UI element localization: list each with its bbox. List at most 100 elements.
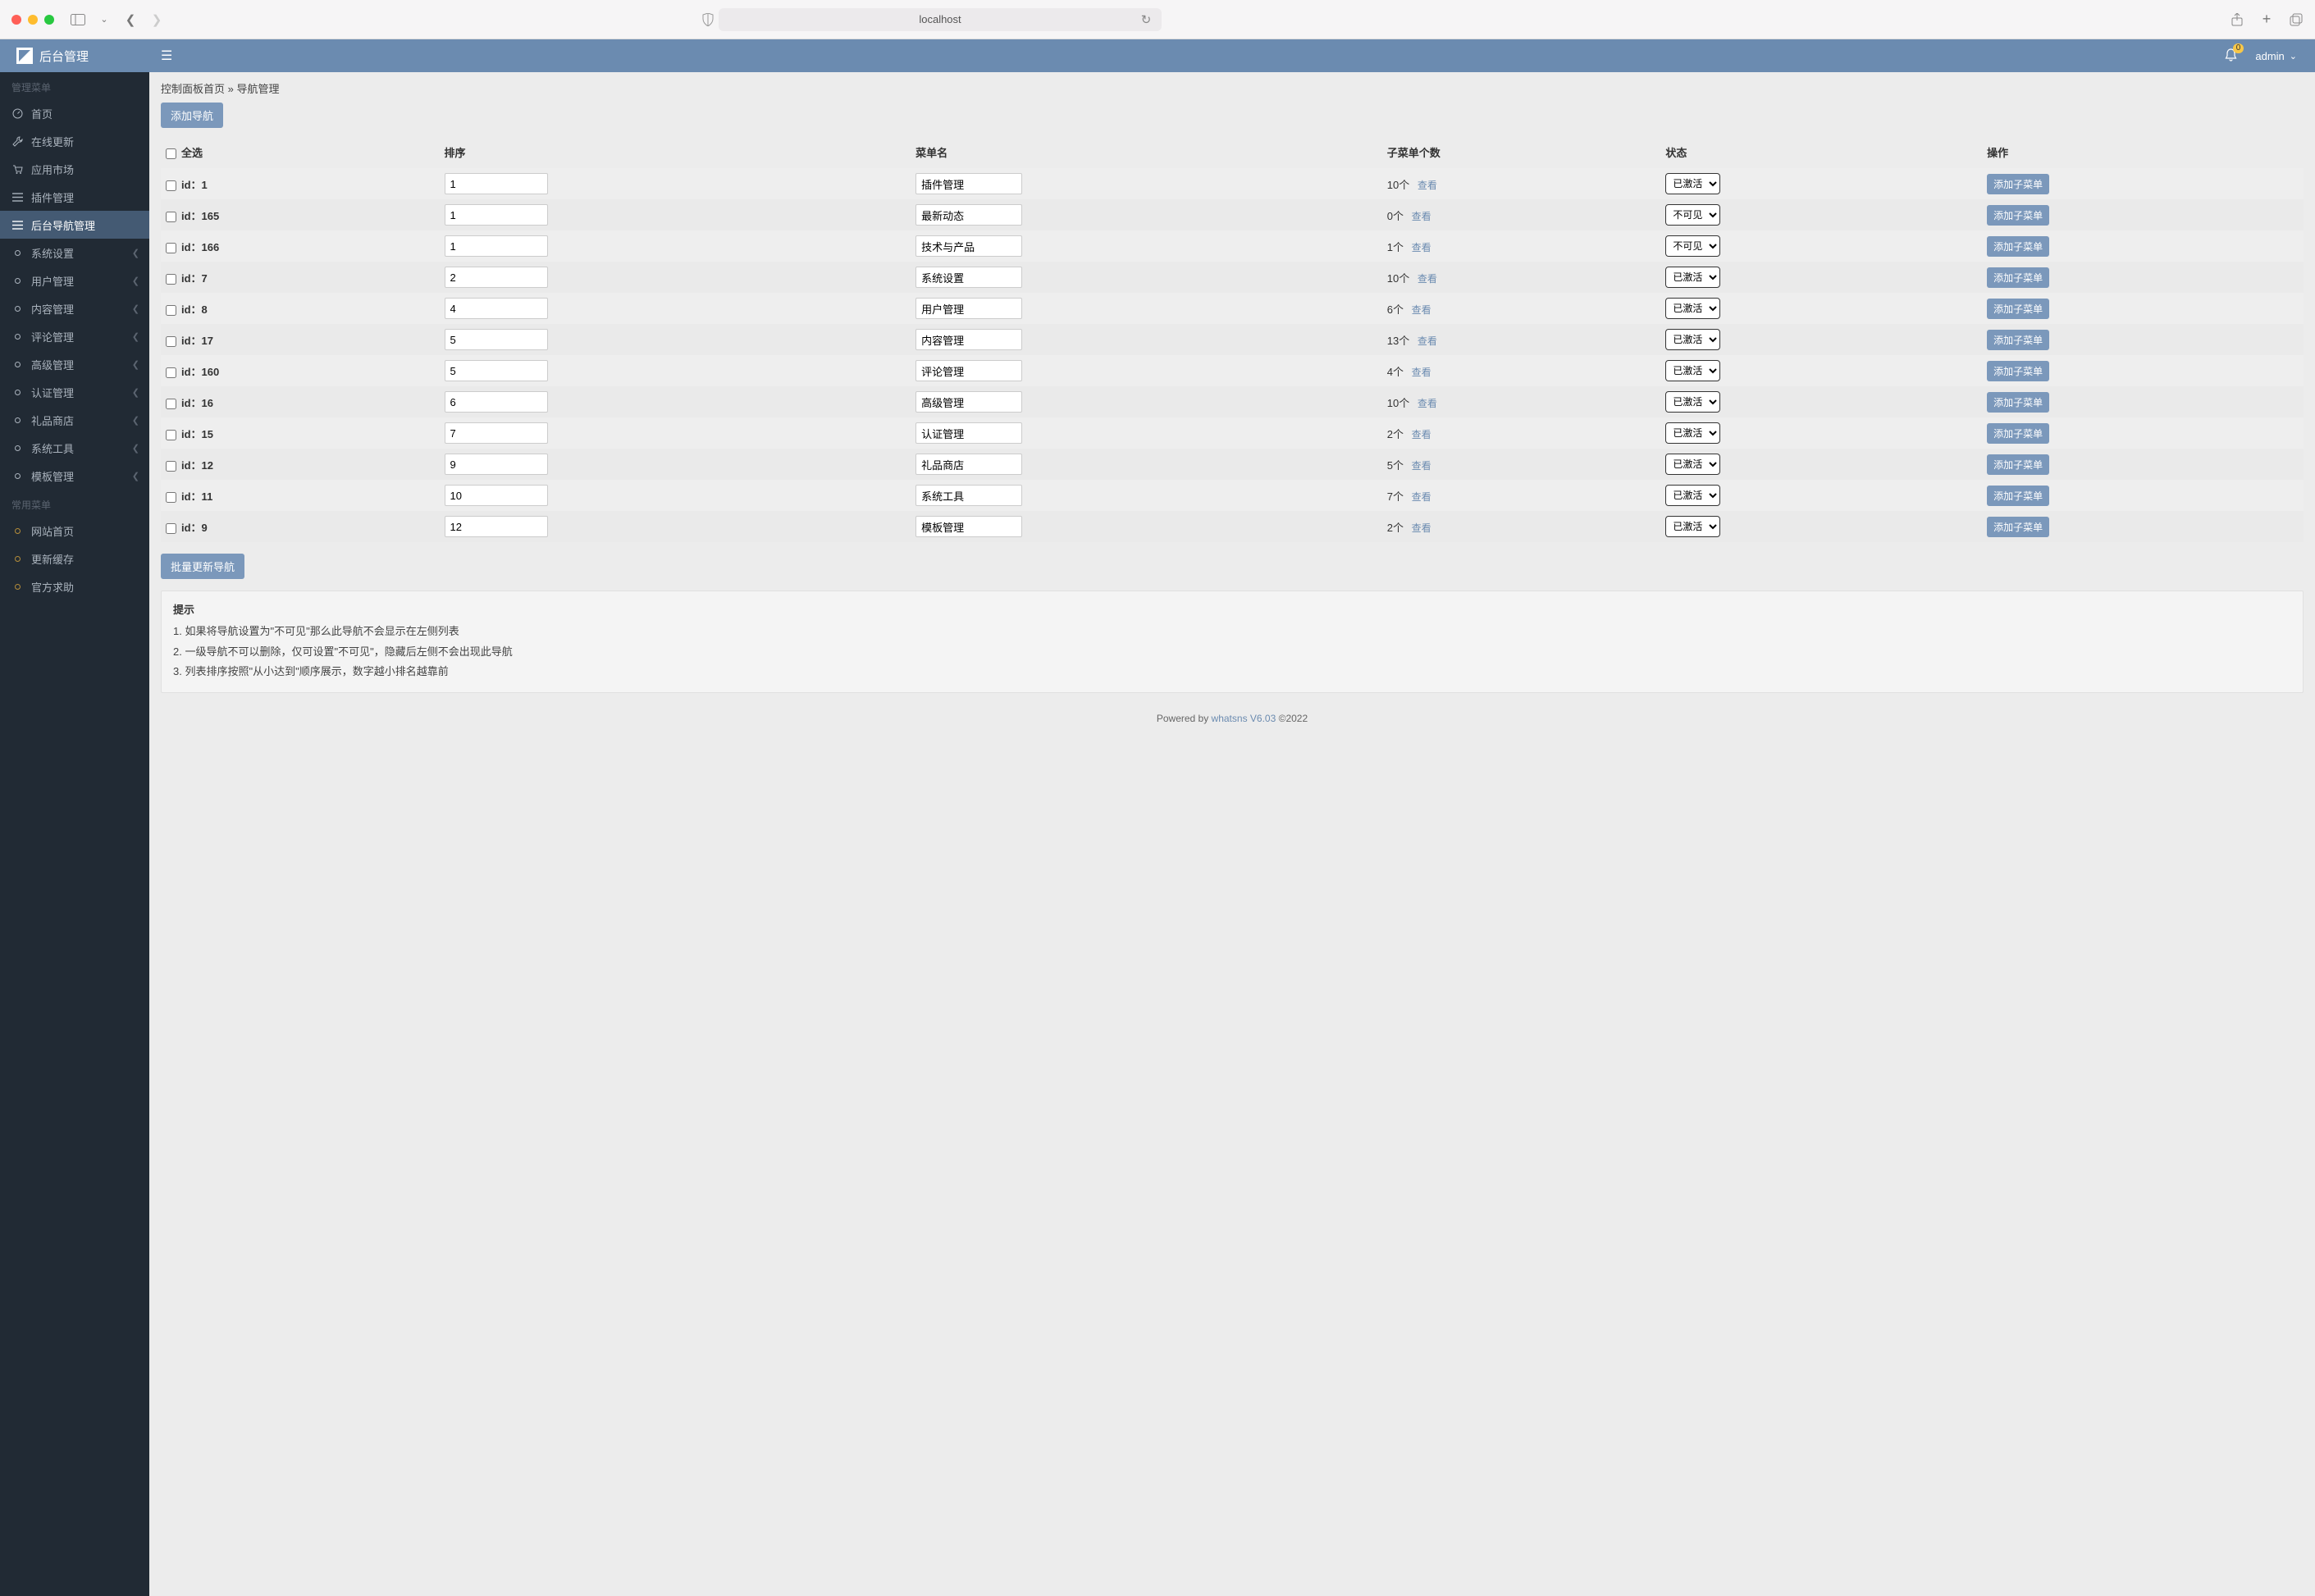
sort-input[interactable] [445, 235, 548, 257]
share-icon[interactable] [2230, 12, 2244, 27]
name-input[interactable] [915, 235, 1022, 257]
status-select[interactable]: 已激活 不可见 [1665, 391, 1720, 413]
add-sub-button[interactable]: 添加子菜单 [1987, 361, 2049, 381]
status-select[interactable]: 已激活 不可见 [1665, 173, 1720, 194]
add-sub-button[interactable]: 添加子菜单 [1987, 392, 2049, 413]
name-input[interactable] [915, 391, 1022, 413]
sort-input[interactable] [445, 267, 548, 288]
close-icon[interactable] [11, 15, 21, 25]
sidebar-item[interactable]: 网站首页 [0, 517, 149, 545]
url-bar[interactable]: localhost ↻ [719, 8, 1162, 31]
view-link[interactable]: 查看 [1418, 180, 1437, 191]
add-sub-button[interactable]: 添加子菜单 [1987, 330, 2049, 350]
back-icon[interactable]: ❮ [123, 12, 138, 27]
row-checkbox[interactable] [166, 274, 176, 285]
add-sub-button[interactable]: 添加子菜单 [1987, 236, 2049, 257]
view-link[interactable]: 查看 [1412, 367, 1431, 378]
sort-input[interactable] [445, 360, 548, 381]
sidebar-item[interactable]: 后台导航管理 [0, 211, 149, 239]
status-select[interactable]: 已激活 不可见 [1665, 267, 1720, 288]
name-input[interactable] [915, 516, 1022, 537]
name-input[interactable] [915, 204, 1022, 226]
add-sub-button[interactable]: 添加子菜单 [1987, 205, 2049, 226]
sidebar-item[interactable]: 首页 [0, 99, 149, 127]
sidebar-item[interactable]: 应用市场 [0, 155, 149, 183]
row-checkbox[interactable] [166, 367, 176, 378]
sort-input[interactable] [445, 485, 548, 506]
name-input[interactable] [915, 173, 1022, 194]
name-input[interactable] [915, 267, 1022, 288]
sort-input[interactable] [445, 329, 548, 350]
sidebar-item[interactable]: 插件管理 [0, 183, 149, 211]
sort-input[interactable] [445, 454, 548, 475]
view-link[interactable]: 查看 [1412, 460, 1431, 472]
status-select[interactable]: 已激活 不可见 [1665, 485, 1720, 506]
new-tab-icon[interactable]: + [2259, 12, 2274, 27]
footer-product-link[interactable]: whatsns V6.03 [1212, 713, 1276, 724]
sort-input[interactable] [445, 391, 548, 413]
row-checkbox[interactable] [166, 243, 176, 253]
row-checkbox[interactable] [166, 212, 176, 222]
add-sub-button[interactable]: 添加子菜单 [1987, 423, 2049, 444]
add-sub-button[interactable]: 添加子菜单 [1987, 454, 2049, 475]
view-link[interactable]: 查看 [1412, 211, 1431, 222]
view-link[interactable]: 查看 [1412, 304, 1431, 316]
maximize-icon[interactable] [44, 15, 54, 25]
breadcrumb-home[interactable]: 控制面板首页 [161, 83, 225, 95]
view-link[interactable]: 查看 [1412, 491, 1431, 503]
sidebar-item[interactable]: 评论管理❮ [0, 322, 149, 350]
add-sub-button[interactable]: 添加子菜单 [1987, 174, 2049, 194]
row-checkbox[interactable] [166, 305, 176, 316]
sort-input[interactable] [445, 422, 548, 444]
shield-icon[interactable] [701, 12, 715, 27]
name-input[interactable] [915, 360, 1022, 381]
sidebar-item[interactable]: 模板管理❮ [0, 462, 149, 490]
status-select[interactable]: 已激活 不可见 [1665, 298, 1720, 319]
forward-icon[interactable]: ❯ [149, 12, 164, 27]
view-link[interactable]: 查看 [1418, 273, 1437, 285]
sidebar-item[interactable]: 内容管理❮ [0, 294, 149, 322]
row-checkbox[interactable] [166, 336, 176, 347]
status-select[interactable]: 已激活 不可见 [1665, 329, 1720, 350]
tabs-icon[interactable] [2289, 12, 2304, 27]
row-checkbox[interactable] [166, 523, 176, 534]
sidebar-item[interactable]: 用户管理❮ [0, 267, 149, 294]
minimize-icon[interactable] [28, 15, 38, 25]
status-select[interactable]: 已激活 不可见 [1665, 360, 1720, 381]
reload-icon[interactable]: ↻ [1139, 12, 1153, 27]
add-sub-button[interactable]: 添加子菜单 [1987, 486, 2049, 506]
menu-toggle-icon[interactable]: ☰ [161, 48, 172, 64]
sidebar-item[interactable]: 在线更新 [0, 127, 149, 155]
sidebar-item[interactable]: 更新缓存 [0, 545, 149, 572]
view-link[interactable]: 查看 [1412, 242, 1431, 253]
sidebar-item[interactable]: 官方求助 [0, 572, 149, 600]
sidebar-item[interactable]: 高级管理❮ [0, 350, 149, 378]
sort-input[interactable] [445, 204, 548, 226]
user-menu[interactable]: admin ⌄ [2255, 50, 2297, 62]
chevron-down-icon[interactable]: ⌄ [97, 12, 112, 27]
status-select[interactable]: 已激活 不可见 [1665, 235, 1720, 257]
row-checkbox[interactable] [166, 492, 176, 503]
add-sub-button[interactable]: 添加子菜单 [1987, 517, 2049, 537]
row-checkbox[interactable] [166, 399, 176, 409]
row-checkbox[interactable] [166, 430, 176, 440]
sidebar-item[interactable]: 认证管理❮ [0, 378, 149, 406]
add-sub-button[interactable]: 添加子菜单 [1987, 299, 2049, 319]
add-sub-button[interactable]: 添加子菜单 [1987, 267, 2049, 288]
status-select[interactable]: 已激活 不可见 [1665, 422, 1720, 444]
sidebar-item[interactable]: 礼品商店❮ [0, 406, 149, 434]
status-select[interactable]: 已激活 不可见 [1665, 454, 1720, 475]
name-input[interactable] [915, 454, 1022, 475]
name-input[interactable] [915, 485, 1022, 506]
add-nav-button[interactable]: 添加导航 [161, 103, 223, 128]
sidebar-item[interactable]: 系统设置❮ [0, 239, 149, 267]
sidebar-toggle-icon[interactable] [71, 12, 85, 27]
sort-input[interactable] [445, 298, 548, 319]
notification-button[interactable]: 0 [2225, 48, 2237, 64]
view-link[interactable]: 查看 [1418, 398, 1437, 409]
view-link[interactable]: 查看 [1418, 335, 1437, 347]
status-select[interactable]: 已激活 不可见 [1665, 516, 1720, 537]
logo[interactable]: 后台管理 [0, 39, 149, 72]
row-checkbox[interactable] [166, 461, 176, 472]
name-input[interactable] [915, 422, 1022, 444]
